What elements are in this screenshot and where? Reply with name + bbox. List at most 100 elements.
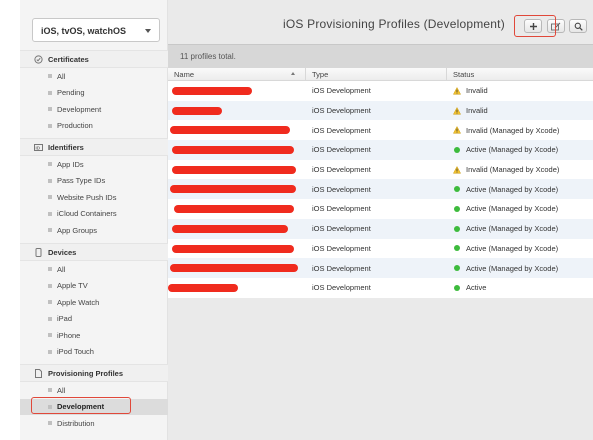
profile-name-cell <box>168 199 306 219</box>
section-header-provisioning-profiles[interactable]: Provisioning Profiles <box>20 364 168 382</box>
bullet-icon <box>48 388 52 393</box>
profile-type-cell: iOS Development <box>312 165 371 175</box>
profile-type-cell: iOS Development <box>312 86 371 96</box>
column-header-status[interactable]: Status <box>447 68 593 80</box>
table-row[interactable]: iOS Development Active <box>168 278 593 298</box>
profile-type-cell: iOS Development <box>312 145 371 155</box>
profile-name-cell <box>168 219 306 239</box>
profile-type-cell: iOS Development <box>312 243 371 253</box>
profile-name-cell <box>168 239 306 259</box>
sidebar-item-pass-type-ids[interactable]: Pass Type IDs <box>20 173 168 190</box>
sidebar-item-app-ids[interactable]: App IDs <box>20 156 168 173</box>
status-label: Active (Managed by Xcode) <box>466 263 559 273</box>
highlight-add-annotation <box>514 15 556 37</box>
svg-text:ID: ID <box>36 145 41 150</box>
profile-status-cell: Invalid (Managed by Xcode) <box>447 160 593 180</box>
sidebar-item-certificates-production[interactable]: Production <box>20 118 168 135</box>
sidebar-item-apple-watch[interactable]: Apple Watch <box>20 294 168 311</box>
warning-icon <box>453 106 461 115</box>
profile-status-cell: Active (Managed by Xcode) <box>447 258 593 278</box>
sidebar-item-label: iPhone <box>57 330 81 340</box>
section-title: Identifiers <box>48 142 84 152</box>
profile-name-cell <box>168 81 306 101</box>
status-label: Active (Managed by Xcode) <box>466 243 559 253</box>
sidebar-item-certificates-development[interactable]: Development <box>20 101 168 118</box>
status-label: Active (Managed by Xcode) <box>466 224 559 234</box>
profile-status-cell: Active <box>447 278 593 298</box>
bullet-icon <box>48 267 52 272</box>
redaction-mark <box>170 185 296 194</box>
redaction-mark <box>172 244 294 253</box>
bullet-icon <box>48 74 52 79</box>
platform-select[interactable]: iOS, tvOS, watchOS <box>32 18 160 42</box>
profile-type-cell: iOS Development <box>312 184 371 194</box>
section-header-identifiers[interactable]: ID Identifiers <box>20 138 168 156</box>
status-label: Invalid <box>466 86 488 96</box>
table-row[interactable]: iOS Development Invalid <box>168 100 593 121</box>
table-row[interactable]: iOS Development Invalid <box>168 81 593 101</box>
section-header-devices[interactable]: Devices <box>20 243 168 261</box>
section-devices: Devices All Apple TV Apple Watch iPad iP… <box>20 243 168 360</box>
sidebar-item-label: Pass Type IDs <box>57 176 106 186</box>
search-button[interactable] <box>569 19 587 33</box>
profile-status-cell: Invalid <box>447 101 593 121</box>
bullet-icon <box>48 123 52 128</box>
profile-status-cell: Active (Managed by Xcode) <box>447 239 593 259</box>
sidebar-item-app-groups[interactable]: App Groups <box>20 222 168 239</box>
column-header-type[interactable]: Type <box>306 68 447 80</box>
sidebar-item-icloud-containers[interactable]: iCloud Containers <box>20 206 168 223</box>
bullet-icon <box>48 316 52 321</box>
sidebar-item-label: All <box>57 264 66 274</box>
bullet-icon <box>48 300 52 305</box>
table-row[interactable]: iOS Development Active (Managed by Xcode) <box>168 239 593 259</box>
column-label: Type <box>312 69 329 79</box>
bullet-icon <box>48 349 52 354</box>
table-row[interactable]: iOS Development Invalid (Managed by Xcode… <box>168 160 593 180</box>
status-label: Invalid (Managed by Xcode) <box>466 165 560 175</box>
sidebar-item-devices-all[interactable]: All <box>20 261 168 278</box>
table-row[interactable]: iOS Development Active (Managed by Xcode) <box>168 199 593 219</box>
profile-type-cell: iOS Development <box>312 263 371 273</box>
table-row[interactable]: iOS Development Active (Managed by Xcode) <box>168 258 593 278</box>
id-icon: ID <box>34 143 43 152</box>
table-row[interactable]: iOS Development Active (Managed by Xcode) <box>168 140 593 160</box>
bullet-icon <box>48 211 52 216</box>
status-label: Active (Managed by Xcode) <box>466 184 559 194</box>
sidebar-item-label: iPod Touch <box>57 347 94 357</box>
warning-icon <box>453 165 461 174</box>
document-icon <box>34 368 43 378</box>
sidebar-item-apple-tv[interactable]: Apple TV <box>20 278 168 295</box>
column-header-name[interactable]: Name <box>168 68 306 80</box>
table-row[interactable]: iOS Development Active (Managed by Xcode) <box>168 218 593 239</box>
table-row[interactable]: iOS Development Active (Managed by Xcode) <box>168 179 593 200</box>
section-header-certificates[interactable]: Certificates <box>20 50 168 68</box>
bullet-icon <box>48 178 52 183</box>
search-icon <box>574 22 583 31</box>
sidebar-item-ipad[interactable]: iPad <box>20 311 168 328</box>
sidebar-item-profiles-distribution[interactable]: Distribution <box>20 415 168 432</box>
sidebar-item-label: iCloud Containers <box>57 209 117 219</box>
sidebar-item-ipod-touch[interactable]: iPod Touch <box>20 344 168 361</box>
certificate-icon <box>34 54 43 64</box>
table-row[interactable]: iOS Development Invalid (Managed by Xcode… <box>168 120 593 140</box>
bullet-icon <box>48 195 52 200</box>
sidebar-item-website-push-ids[interactable]: Website Push IDs <box>20 189 168 206</box>
profile-type-cell: iOS Development <box>312 283 371 293</box>
sidebar-item-certificates-pending[interactable]: Pending <box>20 85 168 102</box>
highlight-development-annotation <box>31 397 131 414</box>
sidebar-item-iphone[interactable]: iPhone <box>20 327 168 344</box>
sidebar-item-certificates-all[interactable]: All <box>20 68 168 85</box>
section-title: Provisioning Profiles <box>48 368 124 378</box>
status-label: Active (Managed by Xcode) <box>466 204 559 214</box>
active-status-icon <box>453 225 461 233</box>
status-label: Active <box>466 283 487 293</box>
profile-status-cell: Invalid <box>447 81 593 101</box>
profile-name-cell <box>168 278 306 298</box>
bullet-icon <box>48 90 52 95</box>
status-label: Invalid (Managed by Xcode) <box>466 125 560 135</box>
profiles-table: Name Type Status iOS Development Invalid i… <box>168 68 593 298</box>
profile-type-cell: iOS Development <box>312 106 371 116</box>
redaction-mark <box>174 205 294 214</box>
profile-name-cell <box>168 179 306 199</box>
profile-status-cell: Active (Managed by Xcode) <box>447 199 593 219</box>
